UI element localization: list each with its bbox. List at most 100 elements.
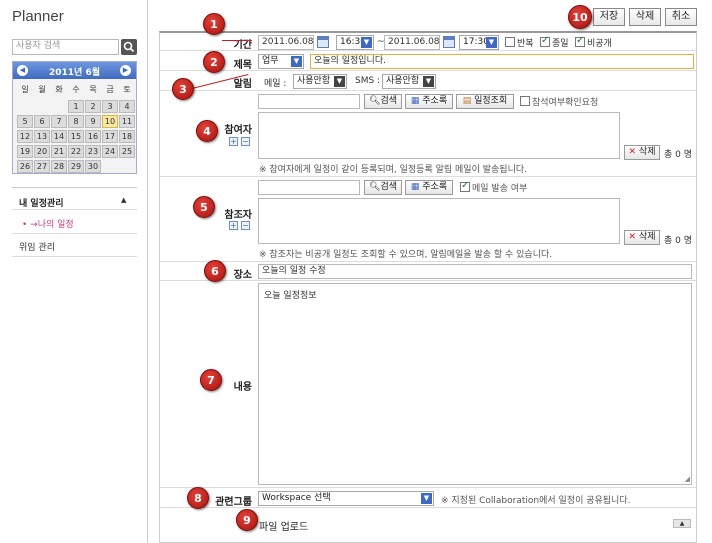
- attendee-list[interactable]: [258, 112, 620, 159]
- calendar-weekday: 일: [21, 85, 29, 94]
- calendar-day[interactable]: 29: [68, 160, 84, 173]
- remove-reference-icon[interactable]: −: [241, 221, 250, 230]
- chevron-down-icon: ▼: [421, 493, 432, 504]
- calendar-day[interactable]: 22: [68, 145, 84, 158]
- calendar-day[interactable]: 3: [102, 100, 118, 113]
- calendar-day[interactable]: 9: [85, 115, 101, 128]
- category-select[interactable]: 업무 ▼: [258, 54, 304, 69]
- close-icon: ✕: [628, 232, 637, 242]
- calendar-day[interactable]: 21: [51, 145, 67, 158]
- calendar-day[interactable]: 4: [119, 100, 135, 113]
- collapse-upload-button[interactable]: ▲: [673, 519, 691, 528]
- resize-handle-icon[interactable]: ◢: [685, 475, 690, 483]
- marker-badge: 9: [236, 509, 258, 531]
- reference-search-button[interactable]: 🔍︎검색: [364, 180, 402, 195]
- calendar-day[interactable]: 1: [68, 100, 84, 113]
- sms-alarm-select[interactable]: 사용안함 ▼: [382, 74, 436, 89]
- attendee-delete-button[interactable]: ✕ 삭제: [624, 145, 660, 160]
- calendar-day[interactable]: 10: [102, 115, 118, 128]
- address-book-icon: ▦: [410, 96, 420, 106]
- marker-badge: 2: [203, 51, 225, 73]
- reference-search-input[interactable]: [258, 180, 360, 195]
- search-icon: 🔍︎: [369, 182, 381, 192]
- calendar-day[interactable]: 20: [34, 145, 50, 158]
- sidebar-item-my-schedule[interactable]: • →나의 일정: [22, 217, 74, 230]
- calendar-day[interactable]: 25: [119, 145, 135, 158]
- end-time-select[interactable]: 17:30 ▼: [459, 35, 499, 50]
- workspace-select[interactable]: Workspace 선택 ▼: [258, 491, 434, 506]
- add-reference-icon[interactable]: +: [229, 221, 238, 230]
- cancel-button[interactable]: 취소: [665, 8, 697, 26]
- save-button[interactable]: 저장: [593, 8, 625, 26]
- start-date-input[interactable]: 2011.06.08: [258, 35, 314, 50]
- calendar-weekday: 화: [55, 85, 63, 94]
- attendance-confirm-checkbox[interactable]: 참석여부확인요청: [520, 95, 598, 108]
- calendar-day[interactable]: 15: [68, 130, 84, 143]
- calendar-day[interactable]: 7: [51, 115, 67, 128]
- content-text: 오늘 일정정보: [264, 291, 317, 301]
- calendar-day[interactable]: 11: [119, 115, 135, 128]
- repeat-checkbox[interactable]: 반복: [505, 36, 534, 49]
- marker-badge: 6: [204, 260, 226, 282]
- reference-address-button[interactable]: ▦ 주소록: [405, 180, 453, 195]
- prev-month-button[interactable]: ◀: [17, 65, 28, 76]
- attendee-address-button[interactable]: ▦ 주소록: [405, 94, 453, 109]
- calendar-day[interactable]: 8: [68, 115, 84, 128]
- calendar-day[interactable]: 26: [17, 160, 33, 173]
- marker-badge: 8: [187, 487, 209, 509]
- private-checkbox[interactable]: 비공개: [575, 35, 612, 49]
- calendar-weekday: 수: [72, 85, 80, 94]
- collapse-icon[interactable]: ▲: [121, 196, 126, 204]
- calendar-icon[interactable]: [317, 36, 329, 48]
- calendar-day[interactable]: 14: [51, 130, 67, 143]
- calendar-day[interactable]: 23: [85, 145, 101, 158]
- calendar-day[interactable]: 17: [102, 130, 118, 143]
- mail-alarm-select[interactable]: 사용안함 ▼: [293, 74, 347, 89]
- calendar-weekday: 금: [106, 85, 114, 94]
- calendar-day[interactable]: 13: [34, 130, 50, 143]
- calendar-day[interactable]: 5: [17, 115, 33, 128]
- calendar-day[interactable]: 28: [51, 160, 67, 173]
- content-textarea[interactable]: 오늘 일정정보 ◢: [258, 283, 692, 485]
- calendar-day[interactable]: 24: [102, 145, 118, 158]
- delete-button[interactable]: 삭제: [629, 8, 661, 26]
- user-search-input[interactable]: 사용자 검색: [12, 39, 119, 55]
- end-date-input[interactable]: 2011.06.08: [384, 35, 440, 50]
- search-icon-button[interactable]: [121, 39, 137, 55]
- chevron-down-icon: ▼: [361, 37, 372, 48]
- reference-list[interactable]: [258, 198, 620, 244]
- calendar-weekday: 목: [89, 85, 97, 94]
- sidebar-section-my-schedule[interactable]: 내 일정관리: [19, 196, 64, 209]
- attendee-search-button[interactable]: 🔍︎검색: [364, 94, 402, 109]
- calendar-icon[interactable]: [443, 36, 455, 48]
- next-month-button[interactable]: ▶: [120, 65, 131, 76]
- sidebar-item-delegate[interactable]: 위임 관리: [19, 240, 55, 253]
- alarm-label: 알림: [233, 79, 252, 90]
- start-time-select[interactable]: 16:30 ▼: [336, 35, 374, 50]
- calendar-day[interactable]: 6: [34, 115, 50, 128]
- mail-send-checkbox[interactable]: 메일 발송 여부: [460, 180, 527, 194]
- attendee-search-input[interactable]: [258, 94, 360, 109]
- remove-attendee-icon[interactable]: −: [241, 137, 250, 146]
- add-attendee-icon[interactable]: +: [229, 137, 238, 146]
- calendar-day[interactable]: 30: [85, 160, 101, 173]
- calendar-day[interactable]: 16: [85, 130, 101, 143]
- schedule-lookup-button[interactable]: ▤ 일정조회: [456, 94, 514, 109]
- calendar-day[interactable]: 12: [17, 130, 33, 143]
- close-icon: ✕: [628, 147, 637, 157]
- marker-badge: 7: [200, 369, 222, 391]
- place-input[interactable]: 오늘의 일정 수정: [258, 264, 692, 279]
- calendar-day[interactable]: 2: [85, 100, 101, 113]
- search-icon: 🔍︎: [369, 96, 381, 106]
- reference-delete-button[interactable]: ✕ 삭제: [624, 230, 660, 245]
- calendar-day[interactable]: 19: [17, 145, 33, 158]
- chevron-down-icon: ▼: [334, 76, 345, 87]
- title-input[interactable]: 오늘의 일정입니다.: [310, 54, 694, 69]
- calendar-day[interactable]: 18: [119, 130, 135, 143]
- mail-alarm-label: 메일 :: [264, 79, 287, 89]
- search-icon: [123, 41, 135, 53]
- marker-badge: 10: [568, 5, 592, 29]
- allday-checkbox[interactable]: 종일: [540, 35, 569, 49]
- calendar-day[interactable]: 27: [34, 160, 50, 173]
- reference-count: 총 0 명: [664, 236, 693, 246]
